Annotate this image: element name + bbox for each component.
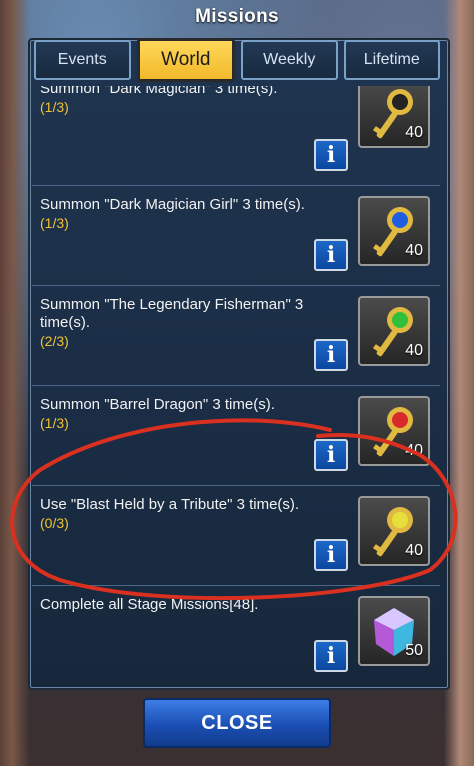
mission-text: Complete all Stage Missions[48]. (40, 596, 259, 613)
info-button[interactable]: i (314, 239, 348, 271)
mission-progress: (1/3) (40, 415, 69, 431)
mission-description: Summon "Dark Magician" 3 time(s). (1/3) (40, 86, 330, 116)
reward-quantity: 40 (405, 124, 423, 141)
reward-slot: 50 (358, 596, 430, 666)
key-gem (392, 94, 408, 110)
mission-text: Summon "Barrel Dragon" 3 time(s). (40, 396, 275, 413)
reward-quantity: 50 (405, 642, 423, 659)
mission-list[interactable]: Summon "Dark Magician" 3 time(s). (1/3) … (32, 86, 440, 682)
page-title: Missions (195, 6, 279, 27)
key-gem (392, 412, 408, 428)
mission-row: Summon "Dark Magician" 3 time(s). (1/3) … (32, 86, 440, 186)
mission-description: Complete all Stage Missions[48]. (40, 596, 330, 614)
reward-slot: 40 (358, 496, 430, 566)
mission-row: Complete all Stage Missions[48]. i 50 (32, 586, 440, 682)
mission-text: Summon "Dark Magician Girl" 3 time(s). (40, 196, 305, 213)
mission-text: Summon "The Legendary Fisherman" 3 time(… (40, 296, 304, 331)
info-button[interactable]: i (314, 539, 348, 571)
close-button[interactable]: CLOSE (143, 698, 331, 748)
key-gem (392, 212, 408, 228)
mission-description: Use "Blast Held by a Tribute" 3 time(s).… (40, 496, 330, 532)
mission-progress: (2/3) (40, 333, 69, 349)
mission-progress: (1/3) (40, 99, 69, 115)
tab-lifetime[interactable]: Lifetime (343, 40, 440, 80)
mission-row: Use "Blast Held by a Tribute" 3 time(s).… (32, 486, 440, 586)
reward-slot: 40 (358, 196, 430, 266)
reward-quantity: 40 (405, 542, 423, 559)
mission-progress: (1/3) (40, 215, 69, 231)
mission-progress: (0/3) (40, 515, 69, 531)
mission-row: Summon "The Legendary Fisherman" 3 time(… (32, 286, 440, 386)
tab-events[interactable]: Events (34, 40, 131, 80)
reward-quantity: 40 (405, 242, 423, 259)
key-gem (392, 312, 408, 328)
info-button[interactable]: i (314, 640, 348, 672)
mission-text: Summon "Dark Magician" 3 time(s). (40, 86, 278, 97)
key-gem (392, 512, 408, 528)
mission-description: Summon "Barrel Dragon" 3 time(s). (1/3) (40, 396, 330, 432)
mission-text: Use "Blast Held by a Tribute" 3 time(s). (40, 496, 300, 513)
info-button[interactable]: i (314, 139, 348, 171)
info-button[interactable]: i (314, 439, 348, 471)
tab-bar: Events World Weekly Lifetime (30, 38, 444, 86)
tab-weekly[interactable]: Weekly (241, 40, 338, 80)
reward-slot: 40 (358, 296, 430, 366)
mission-row: Summon "Dark Magician Girl" 3 time(s). (… (32, 186, 440, 286)
mission-row: Summon "Barrel Dragon" 3 time(s). (1/3) … (32, 386, 440, 486)
reward-slot: 40 (358, 86, 430, 148)
mission-description: Summon "Dark Magician Girl" 3 time(s). (… (40, 196, 330, 232)
reward-quantity: 40 (405, 342, 423, 359)
reward-quantity: 40 (405, 442, 423, 459)
mission-description: Summon "The Legendary Fisherman" 3 time(… (40, 296, 330, 350)
info-button[interactable]: i (314, 339, 348, 371)
reward-slot: 40 (358, 396, 430, 466)
tab-world[interactable]: World (136, 38, 235, 82)
